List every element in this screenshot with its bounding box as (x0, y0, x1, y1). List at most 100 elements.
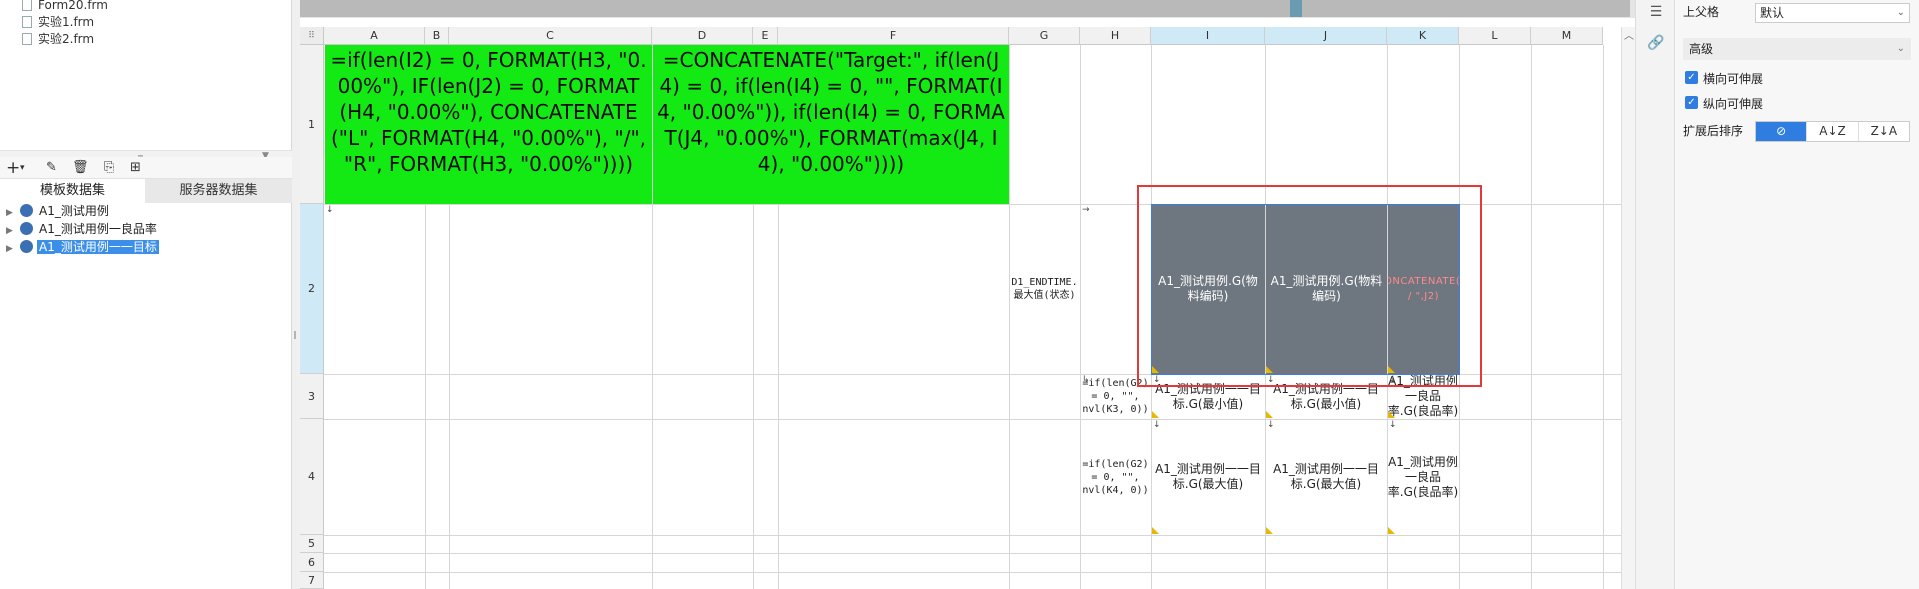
highlight-box (1137, 185, 1482, 387)
cell-k4[interactable]: A1_测试用例一良品率.G(良品率) (1387, 419, 1459, 535)
file-item[interactable]: 实验2.frm (22, 31, 94, 47)
hyperlink-icon[interactable]: 🔗 (1647, 34, 1665, 52)
cell-h4[interactable]: =if(len(G2) = 0, "", nvl(K4, 0)) (1080, 419, 1151, 535)
chevron-down-icon: ⌄ (1896, 7, 1905, 18)
grid-line (324, 535, 1621, 536)
expand-down-icon: ↓ (1267, 420, 1275, 430)
column-header[interactable]: G (1009, 27, 1080, 45)
expand-right-icon: ↳ (1082, 375, 1090, 385)
vertical-scrollbar[interactable]: ︿ (1621, 27, 1635, 589)
expand-right-icon: → (1082, 205, 1090, 215)
cell-marker-icon (1266, 411, 1273, 418)
expand-down-icon: ↓ (1153, 420, 1161, 430)
expand-arrow-icon[interactable]: ▶ (6, 240, 18, 258)
file-icon (22, 33, 32, 45)
no-sort-button[interactable]: ⊘ (1756, 122, 1808, 141)
horizontal-scrollbar[interactable] (300, 0, 1635, 18)
expand-down-icon: ↓ (1389, 420, 1397, 430)
cell-d1-formula[interactable]: =CONCATENATE("Target:", if(len(J4) = 0, … (653, 45, 1009, 204)
column-header[interactable]: M (1531, 27, 1603, 45)
sort-label: 扩展后排序 (1683, 124, 1744, 138)
advanced-label: 高级 (1689, 42, 1714, 56)
parent-cell-label: 上父格 (1683, 5, 1720, 19)
row-header[interactable]: 3 (300, 374, 324, 419)
grid-line (1603, 45, 1604, 589)
scroll-thumb[interactable] (1290, 0, 1302, 17)
params-icon[interactable]: ⊞ (130, 159, 141, 177)
parent-cell-select[interactable]: 默认 ⌄ (1755, 3, 1910, 23)
v-expand-label: 纵向可伸展 (1703, 97, 1764, 111)
cell-attributes-icon[interactable]: ☰ (1647, 3, 1665, 21)
chevron-down-icon: ⌄ (1896, 43, 1905, 54)
spreadsheet: ⠿ A B C D E F G H I J K L M 1 2 3 4 5 6 … (300, 0, 1635, 589)
column-header[interactable]: B (425, 27, 449, 45)
file-item[interactable]: Form20.frm (22, 0, 108, 13)
edit-icon[interactable]: ✎ (46, 159, 57, 177)
dataset-item[interactable]: ▶ A1_测试用例 (6, 202, 111, 220)
grip-icon: ‖ (293, 330, 297, 339)
cell-j4[interactable]: A1_测试用例一一目标.G(最大值) (1265, 419, 1387, 535)
file-item[interactable]: 实验1.frm (22, 14, 94, 30)
scroll-up-icon[interactable]: ︿ (1624, 27, 1634, 42)
dataset-toolbar: + ▾ ✎ 🗑 ⎘ ⊞ (0, 157, 292, 179)
file-name: Form20.frm (38, 0, 108, 12)
cell-marker-icon (1152, 527, 1159, 534)
expand-down-icon: ↓ (326, 205, 334, 215)
file-icon (22, 0, 32, 11)
grid-line (324, 572, 1621, 573)
tab-template-dataset[interactable]: 模板数据集 (0, 179, 145, 203)
scroll-track (300, 0, 1630, 17)
cell-marker-icon (1388, 411, 1395, 418)
left-panel: Form20.frm 实验1.frm 实验2.frm ═ ▼ + ▾ ✎ 🗑 ⎘… (0, 0, 292, 589)
file-icon (22, 16, 32, 28)
column-header[interactable]: K (1387, 27, 1459, 45)
row-header[interactable]: 1 (300, 45, 324, 204)
column-header[interactable]: H (1080, 27, 1151, 45)
add-menu-chevron-icon[interactable]: ▾ (20, 159, 25, 177)
database-icon (20, 222, 33, 235)
dataset-item[interactable]: ▶ A1_测试用例一一目标 (6, 238, 159, 256)
sort-ascending-button[interactable]: A↓Z (1807, 122, 1859, 141)
parent-cell-value: 默认 (1760, 6, 1785, 20)
dataset-label: A1_测试用例一良品率 (39, 222, 157, 236)
column-header[interactable]: I (1151, 27, 1265, 45)
dataset-label: A1_测试用例一一目标 (37, 240, 159, 254)
cell-i4[interactable]: A1_测试用例一一目标.G(最大值) (1151, 419, 1265, 535)
row-header[interactable]: 6 (300, 553, 324, 572)
row-header[interactable]: 4 (300, 419, 324, 535)
column-header[interactable]: L (1459, 27, 1531, 45)
cell-marker-icon (1388, 527, 1395, 534)
dataset-tabs: 模板数据集 服务器数据集 (0, 179, 292, 203)
grid-line (324, 553, 1621, 554)
cell-g2[interactable]: D1_ENDTIME.最大值(状态) (1009, 204, 1080, 374)
v-expand-checkbox[interactable]: ✓ (1685, 96, 1698, 109)
tab-server-dataset[interactable]: 服务器数据集 (145, 179, 292, 203)
sort-descending-button[interactable]: Z↓A (1859, 122, 1909, 141)
file-name: 实验1.frm (38, 15, 95, 29)
properties-panel: 上父格 默认 ⌄ 高级 ⌄ ✓ 横向可伸展 ✓ 纵向可伸展 扩展后排序 ⊘ A↓… (1675, 0, 1919, 589)
row-header[interactable]: 2 (300, 204, 324, 374)
advanced-section-header[interactable]: 高级 ⌄ (1683, 38, 1911, 60)
column-header[interactable]: D (652, 27, 753, 45)
h-expand-checkbox[interactable]: ✓ (1685, 71, 1698, 84)
delete-icon[interactable]: 🗑 (72, 159, 89, 177)
column-header[interactable]: J (1265, 27, 1387, 45)
cell-a1-formula[interactable]: =if(len(I2) = 0, FORMAT(H3, "0.00%"), IF… (325, 45, 652, 204)
column-header[interactable]: A (324, 27, 425, 45)
column-header[interactable]: F (778, 27, 1009, 45)
row-header[interactable]: 7 (300, 572, 324, 589)
row-header[interactable]: 5 (300, 535, 324, 553)
vertical-splitter[interactable]: ‖ (292, 0, 300, 589)
file-name: 实验2.frm (38, 32, 95, 46)
dataset-item[interactable]: ▶ A1_测试用例一良品率 (6, 220, 159, 238)
add-dataset-button[interactable]: + (6, 159, 20, 177)
cell-marker-icon (1266, 527, 1273, 534)
column-header[interactable]: E (753, 27, 778, 45)
cell-marker-icon (1152, 411, 1159, 418)
grid-line (1531, 45, 1532, 589)
select-all-corner[interactable]: ⠿ (300, 27, 324, 45)
database-icon (20, 240, 33, 253)
preview-icon[interactable]: ⎘ (104, 159, 114, 177)
sort-options: ⊘ A↓Z Z↓A (1755, 121, 1910, 142)
column-header[interactable]: C (449, 27, 652, 45)
